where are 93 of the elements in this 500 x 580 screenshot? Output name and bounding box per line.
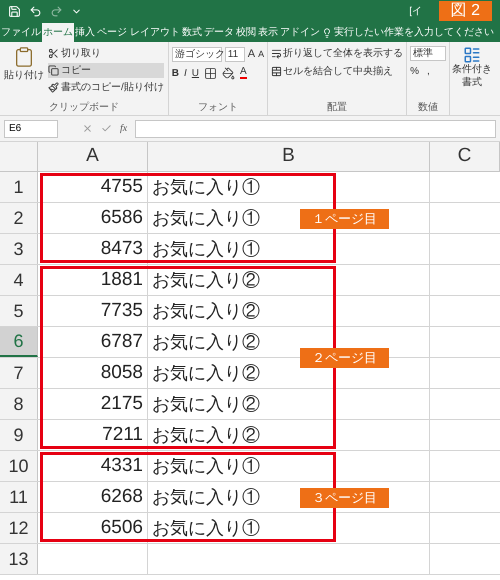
font-color-button[interactable]: A: [240, 67, 247, 79]
cell-number: 6787: [100, 330, 143, 354]
insert-function-button[interactable]: fx: [120, 121, 128, 136]
number-format-field[interactable]: 標準: [410, 46, 446, 61]
ribbon-tab[interactable]: ページ レイアウト: [96, 23, 181, 42]
group-label: フォント: [198, 101, 238, 115]
paste-button[interactable]: 貼り付け: [4, 46, 44, 100]
cell-text: お気に入り②: [152, 300, 260, 322]
ribbon-tab[interactable]: 挿入: [74, 23, 96, 42]
cell-text: お気に入り②: [152, 362, 260, 384]
cell-number: 8473: [100, 236, 143, 261]
ribbon-tab[interactable]: アドイン: [278, 23, 321, 42]
cell-text: お気に入り②: [152, 424, 260, 446]
column-header[interactable]: B: [282, 142, 295, 171]
cancel-icon[interactable]: [82, 123, 93, 134]
tell-me-field[interactable]: 実行したい作業を入力してください: [334, 23, 494, 42]
ribbon-tab[interactable]: データ: [202, 23, 235, 42]
column-header[interactable]: A: [86, 142, 99, 171]
ribbon-tab[interactable]: ファイル: [0, 23, 42, 42]
name-box[interactable]: E6: [4, 120, 58, 138]
wrap-text-icon: [271, 48, 282, 59]
underline-button[interactable]: U: [192, 66, 200, 80]
merge-cells-icon: [271, 66, 282, 77]
italic-button[interactable]: I: [184, 66, 187, 80]
paint-bucket-icon[interactable]: [222, 66, 236, 80]
window-title: [イ: [409, 4, 422, 18]
row-header[interactable]: 7: [0, 358, 38, 388]
copy-button[interactable]: コピー: [48, 63, 164, 78]
brush-icon: [48, 82, 59, 93]
column-header[interactable]: C: [458, 142, 472, 171]
row-header[interactable]: 11: [0, 482, 38, 512]
comma-button[interactable]: ,: [427, 64, 430, 79]
row-header[interactable]: 8: [0, 389, 38, 419]
cell-text: お気に入り①: [152, 176, 260, 198]
enter-icon[interactable]: [101, 123, 112, 134]
cell-text: お気に入り①: [152, 454, 260, 478]
ribbon-tab[interactable]: ホーム: [42, 23, 74, 42]
cell-text: お気に入り①: [152, 486, 260, 508]
row-header[interactable]: 10: [0, 451, 38, 481]
row-header[interactable]: 4: [0, 265, 38, 295]
undo-icon[interactable]: [29, 4, 42, 18]
cell-number: 4755: [100, 174, 143, 199]
ribbon-tab[interactable]: 校閲: [234, 23, 257, 42]
format-painter-button[interactable]: 書式のコピー/貼り付け: [48, 80, 164, 95]
row-header[interactable]: 6: [0, 327, 38, 357]
scissors-icon: [48, 48, 59, 59]
percent-button[interactable]: %: [410, 64, 420, 79]
save-icon[interactable]: [8, 4, 21, 18]
group-label: 配置: [327, 100, 348, 115]
font-name-field[interactable]: 游ゴシック: [172, 46, 222, 62]
borders-icon[interactable]: [204, 66, 218, 80]
cut-button[interactable]: 切り取り: [48, 46, 164, 61]
cell-number: 1881: [100, 268, 143, 292]
cell-text: お気に入り①: [152, 238, 260, 260]
figure-badge: 図 2: [438, 1, 492, 21]
cell-text: お気に入り②: [152, 268, 260, 292]
row-header[interactable]: 9: [0, 420, 38, 450]
wrap-text-button[interactable]: 折り返して全体を表示する: [271, 46, 404, 61]
cell-number: 6586: [100, 206, 143, 230]
row-header[interactable]: 12: [0, 513, 38, 543]
row-header[interactable]: 13: [0, 544, 38, 574]
row-header[interactable]: 3: [0, 234, 38, 264]
cell-number: 6506: [100, 516, 143, 540]
cell-number: 2175: [100, 392, 143, 416]
ribbon-tab[interactable]: 数式: [180, 23, 203, 42]
page-label: ３ページ目: [300, 488, 389, 508]
clipboard-icon: [13, 46, 35, 68]
cell-text: お気に入り①: [152, 516, 260, 540]
grow-font-button[interactable]: A: [248, 46, 256, 62]
cell-number: 7735: [100, 298, 143, 323]
row-header[interactable]: 1: [0, 172, 38, 202]
row-header[interactable]: 5: [0, 296, 38, 326]
page-label: １ページ目: [300, 208, 389, 228]
group-label: 数値: [418, 101, 438, 115]
cell-text: お気に入り②: [152, 392, 260, 416]
ribbon-tab[interactable]: 表示: [256, 23, 279, 42]
group-label: クリップボード: [48, 100, 119, 115]
cell-text: お気に入り②: [152, 330, 260, 354]
cell-number: 4331: [100, 454, 143, 478]
cell-number: 8058: [100, 360, 143, 385]
cell-number: 7211: [102, 422, 143, 447]
conditional-formatting-button[interactable]: 条件付き書式: [452, 46, 492, 115]
cell-number: 6268: [100, 484, 143, 509]
list-icon: [463, 46, 482, 64]
lightbulb-icon: [322, 28, 332, 38]
copy-icon: [48, 65, 59, 76]
cell-text: お気に入り①: [152, 206, 260, 230]
font-size-field[interactable]: 11: [224, 46, 245, 62]
page-label: ２ページ目: [300, 348, 389, 368]
bold-button[interactable]: B: [172, 66, 180, 80]
merge-center-button[interactable]: セルを結合して中央揃え: [271, 64, 404, 79]
row-header[interactable]: 2: [0, 203, 38, 233]
shrink-font-button[interactable]: A: [258, 48, 264, 61]
